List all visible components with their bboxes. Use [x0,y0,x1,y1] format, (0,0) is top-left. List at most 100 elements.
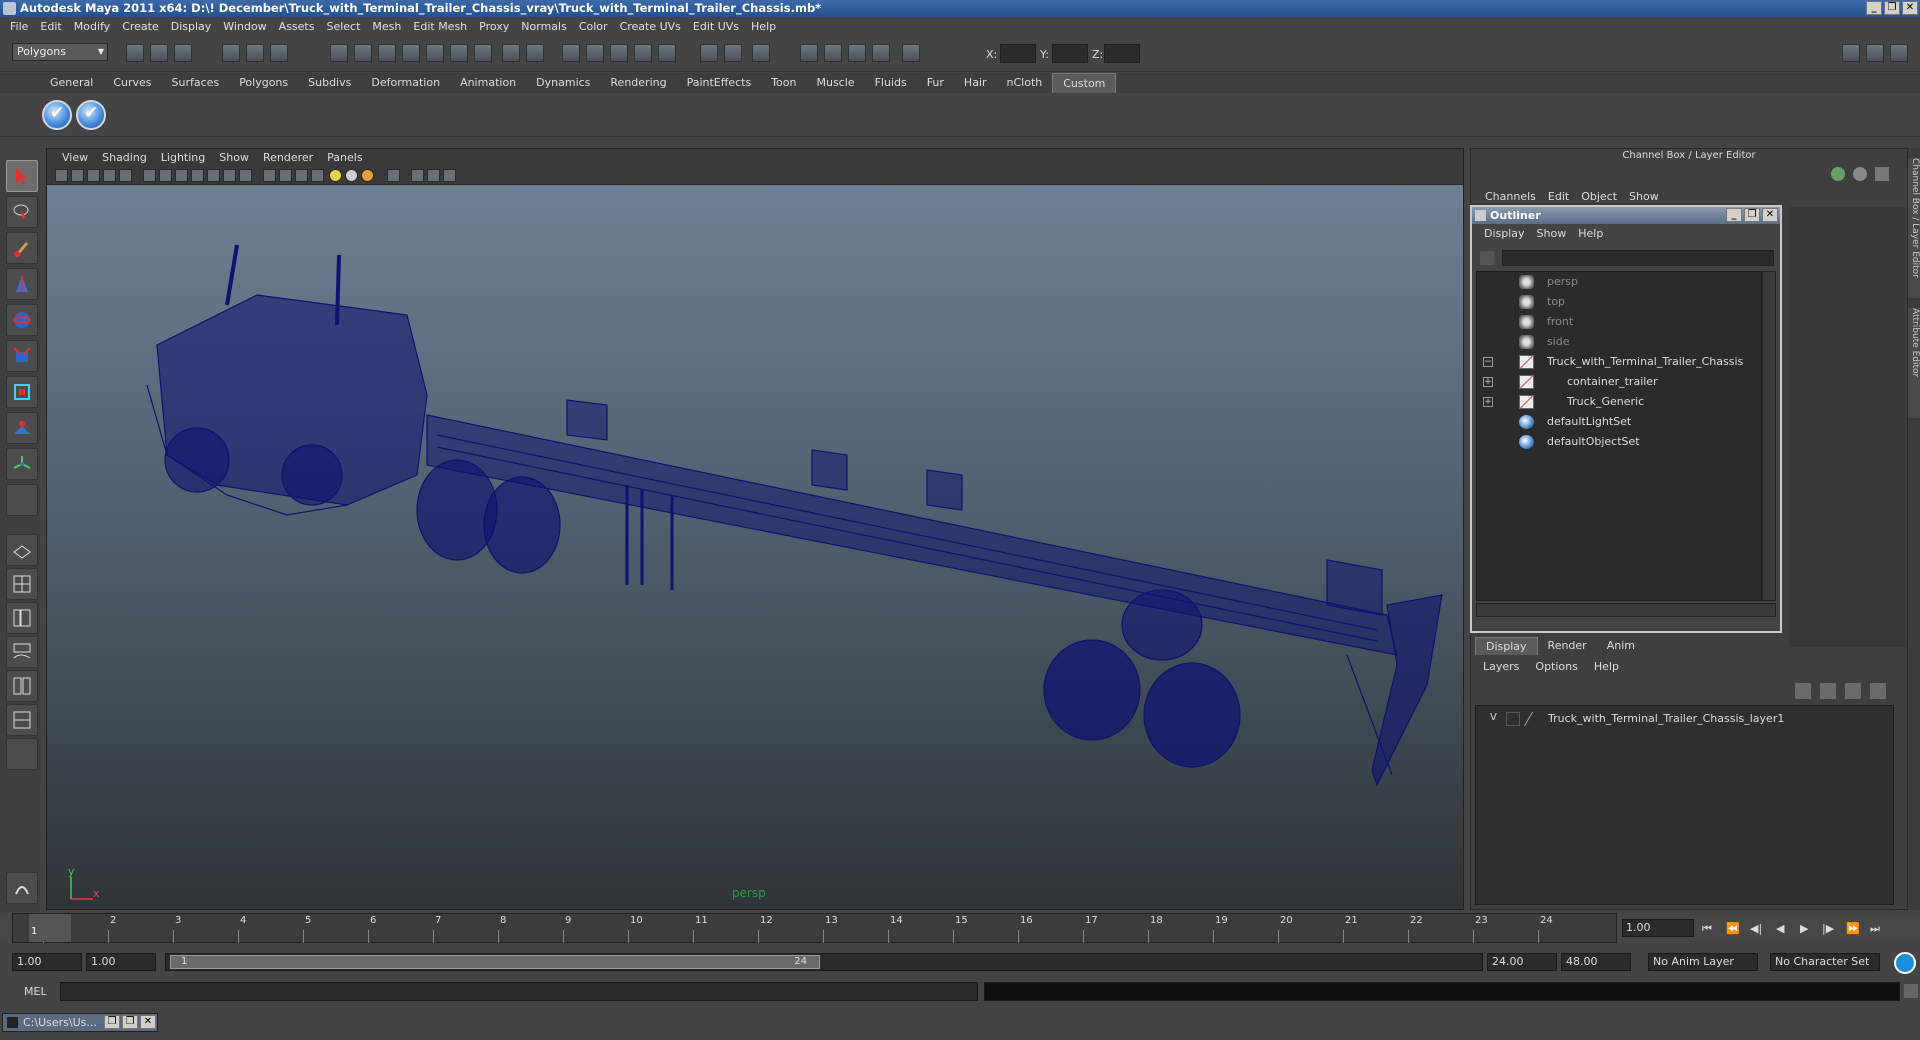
render-icon[interactable] [586,44,604,62]
menu-proxy[interactable]: Proxy [473,17,515,36]
ipr-render-icon[interactable] [610,44,628,62]
outliner-item-persp[interactable]: persp [1477,272,1761,292]
image-plane-icon[interactable] [103,169,116,182]
range-bar[interactable]: 1 24 [165,953,1483,971]
gate-mask-icon[interactable] [191,169,204,182]
help-line-icon[interactable] [1894,952,1916,974]
outliner-toggle-icon[interactable] [872,44,890,62]
new-layer-icon[interactable] [1795,683,1811,699]
shelf-tab-rendering[interactable]: Rendering [600,73,676,93]
menu-display[interactable]: Display [165,17,218,36]
channel-box-toggle-icon[interactable] [848,44,866,62]
snap-live-icon[interactable] [450,44,468,62]
channel-box-toggle-icon-2[interactable] [1853,167,1867,181]
shelf-check-button-2[interactable] [76,100,106,130]
snap-point-icon[interactable] [378,44,396,62]
shelf-tab-polygons[interactable]: Polygons [229,73,298,93]
textured-icon[interactable] [311,169,324,182]
script-editor-button[interactable] [6,872,38,904]
ol-menu-show[interactable]: Show [1531,225,1573,243]
render-settings-icon[interactable] [634,44,652,62]
playback-start-field[interactable]: 1.00 [86,953,156,971]
menu-normals[interactable]: Normals [515,17,573,36]
go-to-start-button[interactable]: ⏮ [1702,922,1712,936]
snap-surface-icon[interactable] [426,44,444,62]
input-line-icon[interactable] [700,44,718,62]
outliner-item-container-trailer[interactable]: + container_trailer [1477,372,1761,392]
shelf-tab-painteffects[interactable]: PaintEffects [677,73,762,93]
current-frame-marker[interactable]: 1 [29,914,71,942]
outliner-item-front[interactable]: front [1477,312,1761,332]
menu-edit[interactable]: Edit [34,17,67,36]
cb-menu-channels[interactable]: Channels [1479,189,1542,205]
outliner-item-side[interactable]: side [1477,332,1761,352]
toggle-attribute-editor-icon[interactable] [1842,44,1860,62]
toolbox-collapse-button[interactable] [6,738,38,770]
layer-row[interactable]: V Truck_with_Terminal_Trailer_Chassis_la… [1476,709,1893,729]
menu-window[interactable]: Window [217,17,272,36]
shelf-tab-fluids[interactable]: Fluids [865,73,917,93]
anim-layer-select[interactable]: No Anim Layer [1648,953,1758,971]
minimize-button[interactable]: _ [1866,1,1882,15]
vp-menu-lighting[interactable]: Lighting [154,149,212,166]
shelf-tab-fur[interactable]: Fur [917,73,954,93]
bookmark-icon[interactable] [87,169,100,182]
camera-select-icon[interactable] [55,169,68,182]
cb-menu-edit[interactable]: Edit [1542,189,1575,205]
layout-persp-graph-button[interactable] [6,636,38,668]
shelf-tab-custom[interactable]: Custom [1052,73,1117,93]
soft-mod-tool-button[interactable] [6,412,38,444]
xray-joints-icon[interactable] [427,169,440,182]
hypershade-icon[interactable] [658,44,676,62]
z-field[interactable] [1104,44,1140,63]
shelf-tab-toon[interactable]: Toon [761,73,806,93]
layer-tab-render[interactable]: Render [1538,637,1597,655]
select-tool-button[interactable] [6,160,38,192]
outliner-item-default-object-set[interactable]: defaultObjectSet [1477,432,1761,452]
task-restore-button[interactable]: ❐ [104,1015,120,1029]
layout-single-perspective-button[interactable] [6,534,38,566]
time-ruler[interactable]: 1234567891011121314151617181920212223241 [12,913,1617,943]
layout-four-view-button[interactable] [6,568,38,600]
rotate-tool-button[interactable] [6,304,38,336]
ol-menu-display[interactable]: Display [1478,225,1531,243]
collapse-toggle[interactable]: − [1483,357,1493,367]
ol-menu-help[interactable]: Help [1572,225,1609,243]
shelf-tab-subdivs[interactable]: Subdivs [298,73,361,93]
shelf-check-button-1[interactable] [42,100,72,130]
layer-menu-layers[interactable]: Layers [1475,658,1527,676]
shelf-tab-general[interactable]: General [40,73,103,93]
task-maximize-button[interactable]: ❐ [122,1015,138,1029]
menu-assets[interactable]: Assets [273,17,321,36]
step-back-frame-button[interactable]: ◀| [1750,922,1762,935]
step-forward-frame-button[interactable]: |▶ [1822,922,1834,935]
outliner-horizontal-scrollbar[interactable] [1476,603,1776,617]
safe-action-icon[interactable] [223,169,236,182]
shelf-tab-animation[interactable]: Animation [450,73,526,93]
menu-help[interactable]: Help [745,17,782,36]
open-scene-icon[interactable] [150,44,168,62]
xray-icon[interactable] [411,169,424,182]
layer-visibility-toggle[interactable]: V [1490,712,1497,723]
vp-menu-panels[interactable]: Panels [320,149,369,166]
layout-persp-outliner-button[interactable] [6,602,38,634]
menu-mesh[interactable]: Mesh [366,17,407,36]
menu-set-select[interactable]: Polygons [12,43,108,61]
layer-menu-help[interactable]: Help [1586,658,1627,676]
layer-menu-options[interactable]: Options [1527,658,1585,676]
tool-settings-icon[interactable] [824,44,842,62]
flat-light-icon[interactable] [361,169,374,182]
history-icon[interactable] [526,44,544,62]
show-manipulator-button[interactable] [6,448,38,480]
all-lights-icon[interactable] [345,169,358,182]
shelf-tab-hair[interactable]: Hair [954,73,997,93]
cb-menu-object[interactable]: Object [1575,189,1623,205]
channel-box-tool-icon[interactable] [1831,167,1845,181]
outliner-item-top[interactable]: top [1477,292,1761,312]
shelf-tab-curves[interactable]: Curves [103,73,161,93]
two-d-pan-icon[interactable] [119,169,132,182]
expand-toggle[interactable]: + [1483,397,1493,407]
wireframe-icon[interactable] [263,169,276,182]
attribute-toggle-icon[interactable] [800,44,818,62]
layer-options-icon[interactable] [1845,683,1861,699]
